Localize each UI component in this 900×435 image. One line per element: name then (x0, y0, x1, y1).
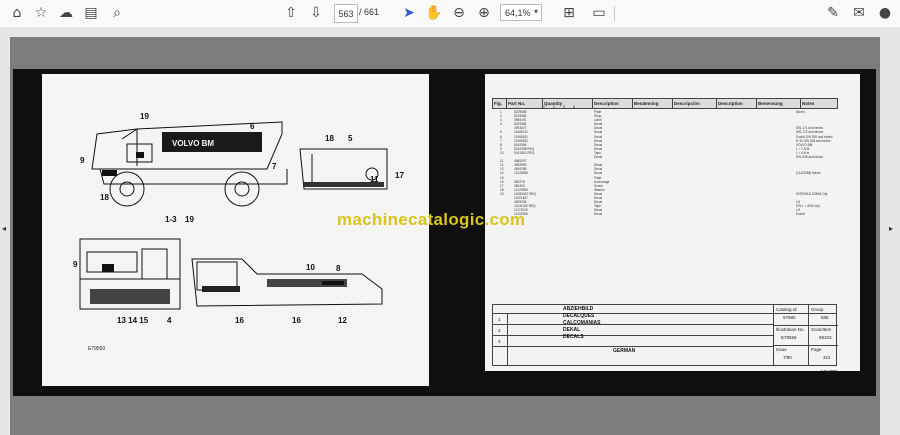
illustration-label: Illustration No. (776, 327, 805, 332)
quantity-col-3: 3 (563, 105, 565, 109)
part-number-column: 5229585 5229586 4969191 5229584 4993670 11068… (514, 110, 550, 216)
callout-label: 10 (306, 263, 315, 272)
callout-label: 16 (292, 316, 301, 325)
issue-value: 7/90 (783, 355, 792, 360)
callout-label: 1-3 (165, 215, 177, 224)
column-header: Description (592, 98, 634, 109)
page-label: Page (811, 347, 822, 352)
parts-rows: 1 2 3 4 5 6 7 8 9 10 11 12 13 14 15 16 17 18 19 5229585 522… (500, 110, 833, 235)
quantity-col-4: 4 (573, 105, 575, 109)
callout-label: 11 (370, 175, 379, 184)
group-value: 588 (821, 315, 829, 320)
previous-page-icon[interactable]: ⇧ (280, 3, 302, 23)
sign-icon[interactable]: ✎ (822, 3, 844, 23)
description-column: Plate Shop Label Decal Decal Decal Decal Decal D… (594, 110, 624, 216)
title-line: CALCOMANIAS (563, 320, 601, 326)
quantity-col-1: 1 (543, 105, 545, 109)
title-line: DEKAL (563, 327, 581, 333)
bookmark-star-icon[interactable]: ☆ (30, 3, 52, 23)
page-value: 321 (823, 355, 831, 360)
fig-cell: 19 (500, 191, 504, 196)
column-header: Quantity (541, 98, 594, 109)
callout-label: 17 (395, 171, 404, 180)
column-header: Descripción (672, 98, 718, 109)
truck-brand-label: VOLVO BM (172, 139, 214, 148)
issue-label: Issue (776, 347, 787, 352)
model-label: 351TD (820, 371, 839, 377)
revision-number: 3 (498, 339, 501, 344)
pdf-toolbar: ⌂ ☆ ☁ ▤ ⌕ ⇧ ⇩ 563 / 661 ➤ ✋ ⊖ ⊕ 64,1% ▾ … (0, 0, 900, 28)
column-header: Notes (800, 98, 839, 109)
truck-illustration: VOLVO BM (79, 121, 388, 310)
notes-column: Namn S/N 171 and below S/N 172 and above Eu… (796, 110, 836, 216)
print-icon[interactable]: ▤ (80, 3, 102, 23)
callout-label: 6 (250, 122, 255, 131)
comment-icon[interactable]: ▭ (588, 3, 610, 23)
right-panel-toggle-icon[interactable]: ▸ (889, 224, 893, 233)
email-icon[interactable]: ✉ (848, 3, 870, 23)
home-icon[interactable]: ⌂ (6, 3, 28, 23)
callout-label: 8 (336, 264, 341, 273)
callout-label: 9 (73, 260, 78, 269)
watermark-text: machinecatalogic.com (337, 210, 526, 229)
revision-number: 1 (498, 317, 501, 322)
catalog-label: Catalog Id (776, 307, 797, 312)
quantity-col-2: 2 (553, 105, 555, 109)
language-label: GERMAN (613, 348, 636, 354)
upload-cloud-icon[interactable]: ☁ (55, 3, 77, 23)
revision-number: 2 (498, 328, 501, 333)
description-cell: Decal (594, 212, 603, 217)
callout-label: 4 (167, 316, 172, 325)
zoom-level-value: 64,1% (505, 7, 531, 18)
callout-label: 5 (348, 134, 353, 143)
column-header: Benennung (756, 98, 802, 109)
zoom-out-icon[interactable]: ⊖ (448, 3, 470, 23)
zoom-level-select[interactable]: 64,1% ▾ (500, 4, 542, 21)
page-number-input[interactable]: 563 (334, 4, 358, 23)
toolbar-divider (614, 6, 615, 21)
hand-tool-icon[interactable]: ✋ (423, 3, 445, 23)
callout-label: 9 (80, 156, 85, 165)
next-page-icon[interactable]: ⇩ (305, 3, 327, 23)
page-total-label: / 661 (359, 7, 380, 17)
callout-label: 18 (100, 193, 109, 202)
callout-label: 12 (338, 316, 347, 325)
notes-cell: Euclid (796, 212, 805, 217)
title-line: DECALQUES (563, 313, 595, 319)
column-header: Part No. (506, 98, 543, 109)
callout-label: 7 (272, 162, 277, 171)
fig-column: 1 2 3 4 5 6 7 8 9 10 11 12 13 14 15 16 17 18 19 (500, 110, 512, 196)
callout-label: 19 (140, 112, 149, 121)
callout-label: 18 (325, 134, 334, 143)
callout-label: 19 (185, 215, 194, 224)
search-icon[interactable]: ⌕ (106, 3, 128, 23)
callout-label: 13 14 15 (117, 316, 149, 325)
scan-label: Scan/Item (811, 327, 832, 332)
title-line: ABZIEHBILD (563, 306, 594, 312)
column-header: Description (716, 98, 758, 109)
account-icon[interactable]: ● (874, 3, 896, 23)
illustration-value: E79556 (781, 335, 797, 340)
group-label: Group (811, 307, 824, 312)
callout-label: 16 (235, 316, 244, 325)
column-header: Benämning (632, 98, 674, 109)
zoom-in-icon[interactable]: ⊕ (473, 3, 495, 23)
scan-value: 89103 (819, 335, 832, 340)
left-panel-toggle-icon[interactable]: ◂ (2, 224, 6, 233)
select-cursor-icon[interactable]: ➤ (398, 3, 420, 23)
page-fit-icon[interactable]: ⊞ (558, 3, 580, 23)
column-header: Fig. (492, 98, 507, 109)
catalog-value: 97680 (783, 315, 796, 320)
drawing-code: E79550 (88, 346, 106, 352)
title-line: DECALS (563, 334, 584, 340)
title-block: 1 2 3 ABZIEHBILD DECALQUES CALCOMANIAS D… (492, 304, 838, 366)
chevron-down-icon: ▾ (533, 7, 538, 16)
